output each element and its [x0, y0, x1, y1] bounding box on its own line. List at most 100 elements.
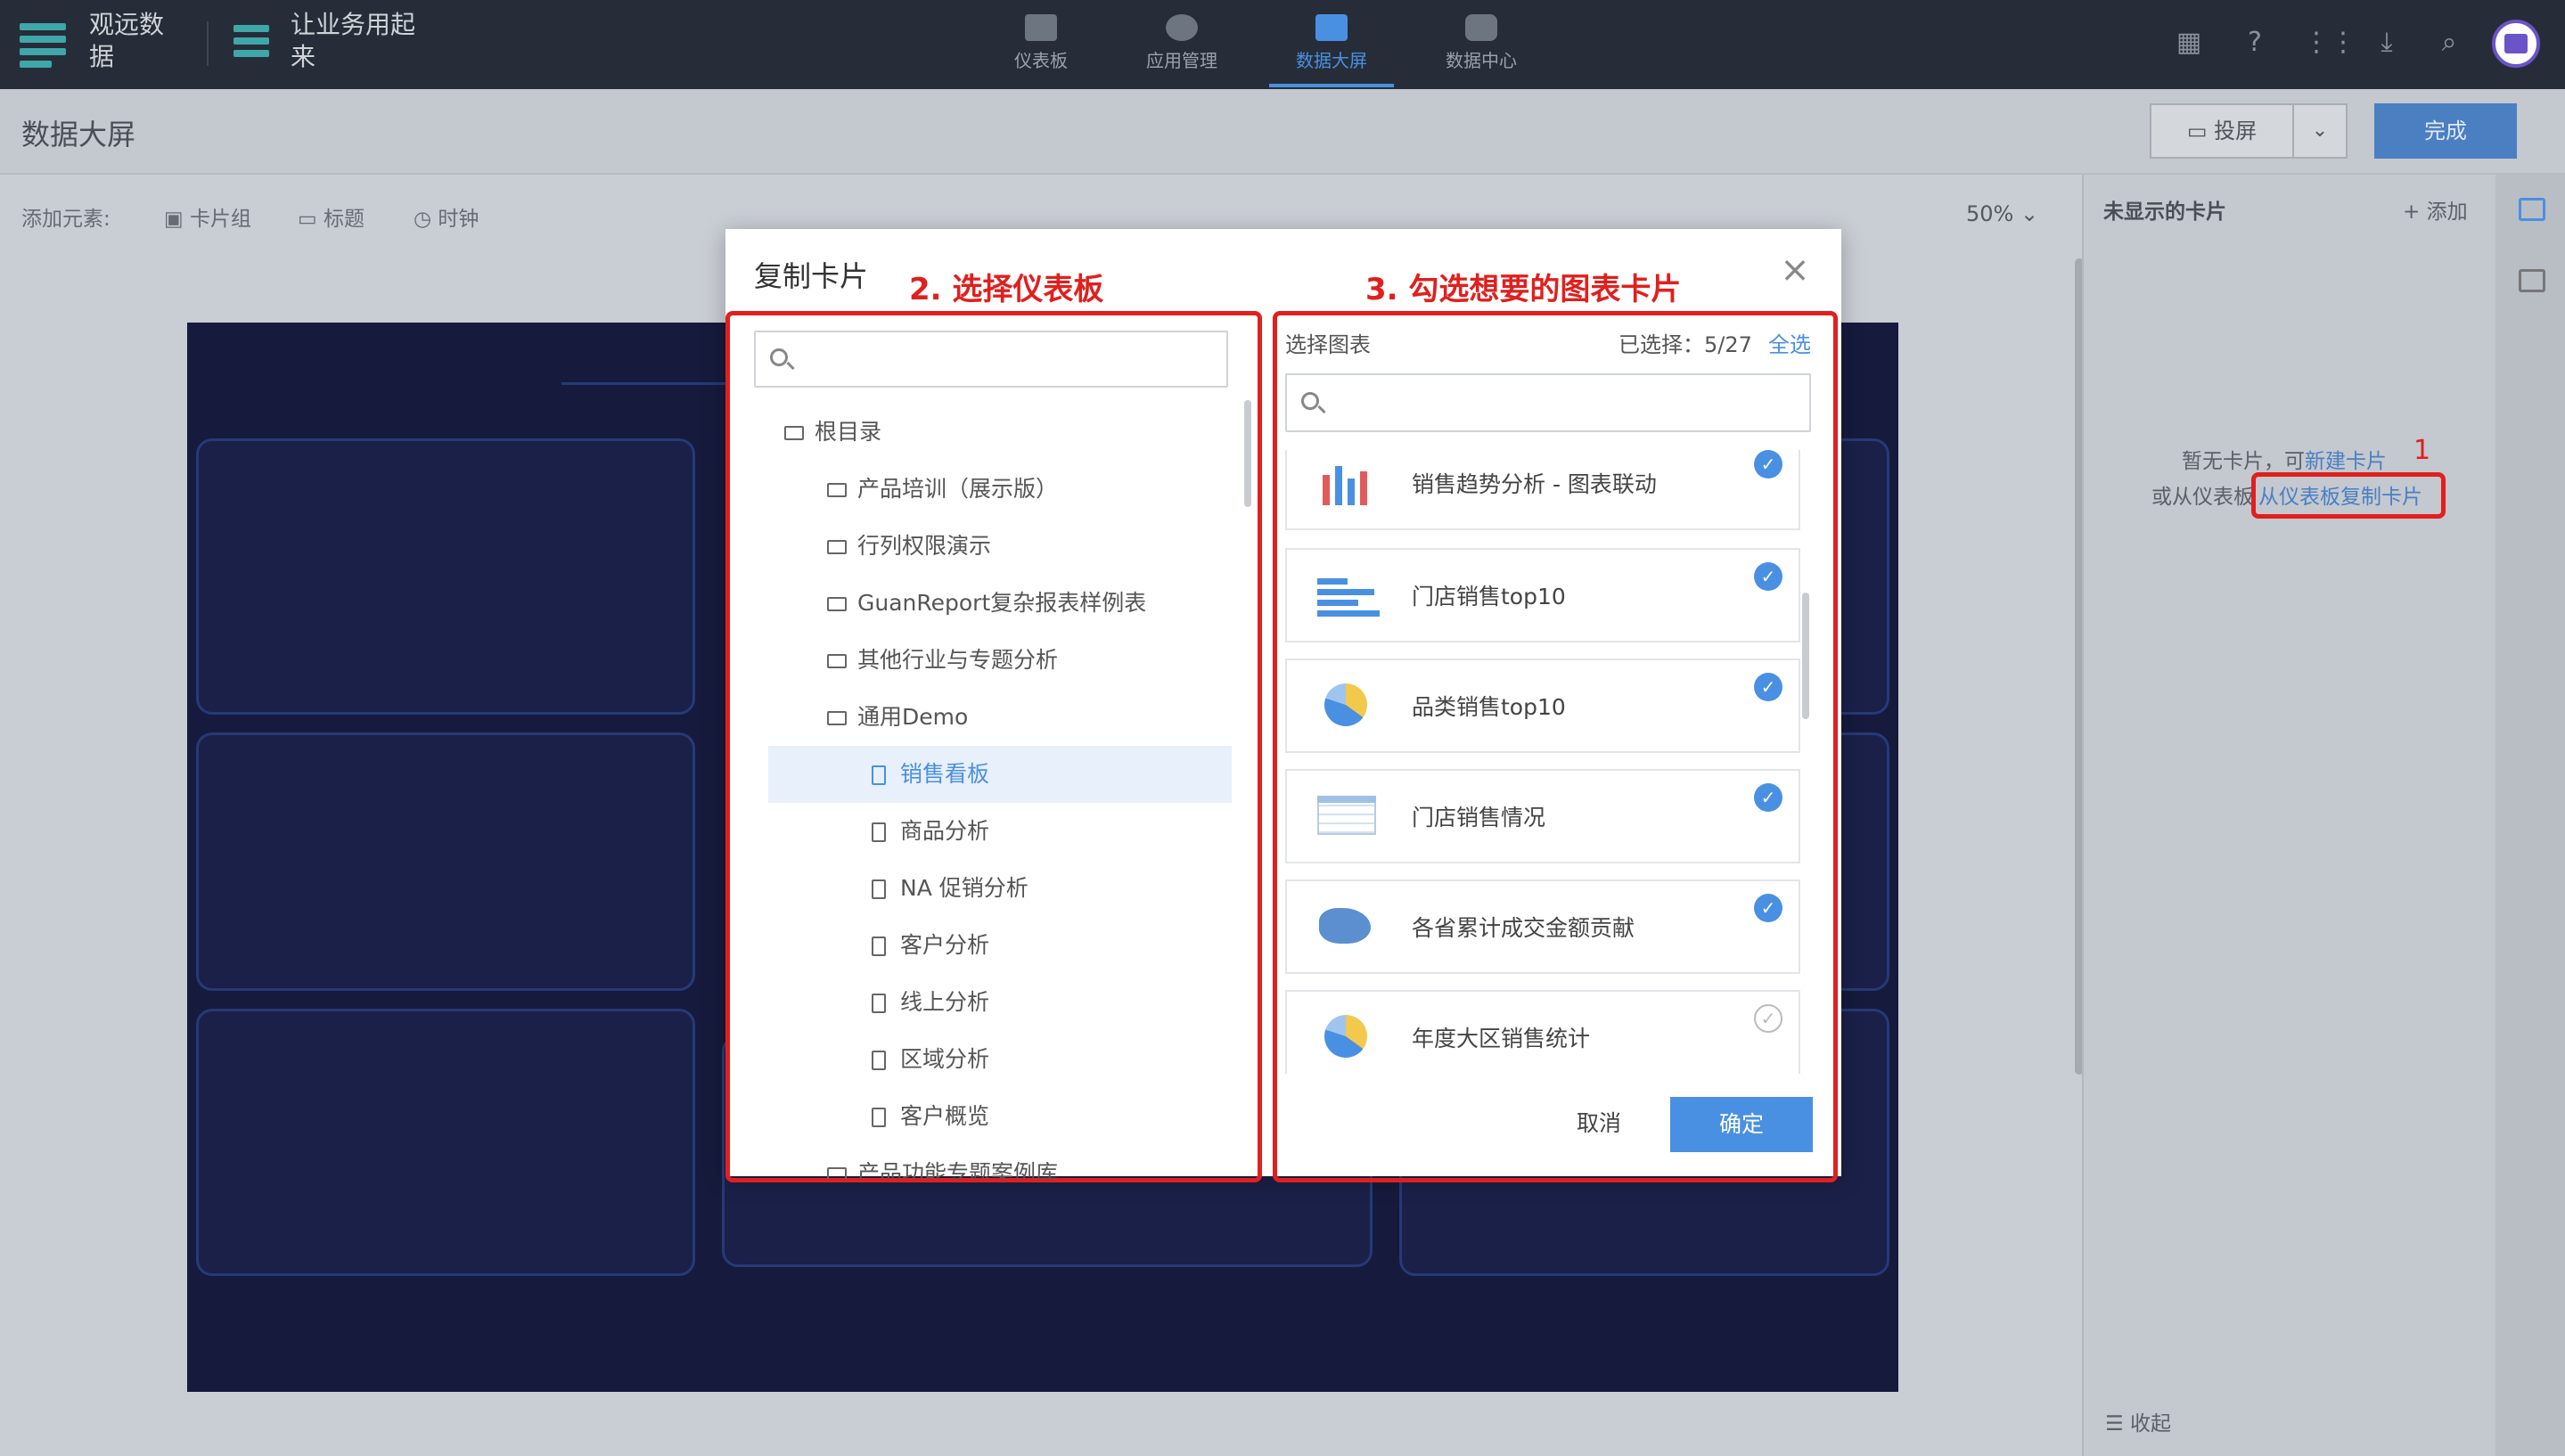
tree-folder[interactable]: 行列权限演示: [768, 518, 1232, 575]
pie-chart-icon: [1314, 680, 1371, 730]
nav-dashboard[interactable]: 仪表板: [979, 7, 1103, 87]
search-icon[interactable]: ⌕: [2431, 25, 2467, 61]
document-icon: [872, 994, 886, 1013]
annotation-number: 1: [2413, 435, 2431, 466]
help-icon[interactable]: ?: [2237, 25, 2273, 61]
cast-button[interactable]: ▭ 投屏: [2150, 103, 2294, 159]
document-icon: [872, 1108, 886, 1127]
collapse-icon: ☰: [2105, 1412, 2130, 1436]
presentation-icon[interactable]: ▦: [2171, 25, 2207, 61]
download-icon[interactable]: ⤓: [2369, 25, 2405, 61]
folder-open-icon: [827, 711, 847, 725]
chart-card[interactable]: 销售趋势分析 - 图表联动 ✓: [1285, 450, 1800, 530]
checkbox-unchecked-icon[interactable]: ✓: [1754, 1004, 1782, 1033]
chart-card[interactable]: 各省累计成交金额贡献 ✓: [1285, 879, 1800, 974]
folder-icon: [827, 654, 847, 668]
table-icon: [1314, 790, 1376, 840]
add-card-group[interactable]: ▣ 卡片组: [164, 201, 251, 232]
dashboard-tree: 根目录 产品培训（展示版） 行列权限演示 GuanReport复杂报表样例表 其…: [761, 404, 1232, 1179]
tree-dashboard[interactable]: NA 促销分析: [768, 860, 1232, 917]
select-chart-label: 选择图表: [1285, 332, 1371, 357]
cancel-button[interactable]: 取消: [1545, 1097, 1652, 1150]
chevron-down-icon: ⌄: [2013, 201, 2039, 226]
card-list-scrollbar[interactable]: [1802, 593, 1809, 719]
tree-dashboard[interactable]: 线上分析: [768, 974, 1232, 1031]
document-icon: [872, 879, 886, 899]
chart-card[interactable]: 年度大区销售统计 ✓: [1285, 990, 1800, 1074]
tree-folder[interactable]: 根目录: [768, 404, 1232, 461]
checkbox-checked-icon[interactable]: ✓: [1754, 673, 1782, 701]
page-title: 数据大屏: [21, 118, 136, 151]
canvas-panel: [196, 732, 695, 991]
title-icon: ▭: [298, 208, 324, 231]
chart-card[interactable]: 门店销售top10 ✓: [1285, 548, 1800, 642]
tree-folder[interactable]: 产品功能专题案例库: [768, 1145, 1232, 1179]
zoom-select[interactable]: 50% ⌄: [1966, 201, 2038, 226]
add-title[interactable]: ▭ 标题: [298, 201, 365, 232]
folder-icon: [827, 597, 847, 611]
hidden-cards-panel: [2082, 175, 2495, 1456]
tree-dashboard-selected[interactable]: 销售看板: [768, 746, 1232, 803]
document-icon: [872, 1051, 886, 1070]
checkbox-checked-icon[interactable]: ✓: [1754, 894, 1782, 922]
database-icon: [1465, 14, 1497, 41]
nav-data-center[interactable]: 数据中心: [1419, 7, 1544, 87]
menu-icon[interactable]: [20, 23, 66, 68]
line-bar-chart-icon: [1314, 457, 1371, 507]
document-icon: [872, 937, 886, 956]
copy-from-dashboard-link[interactable]: 从仪表板复制卡片: [2258, 479, 2422, 510]
step2-annotation: 2. 选择仪表板: [909, 272, 1104, 307]
nav-big-screen[interactable]: 数据大屏: [1269, 7, 1394, 87]
add-clock[interactable]: ◷ 时钟: [414, 201, 479, 232]
canvas-panel: [196, 1009, 695, 1276]
collapse-button[interactable]: ☰ 收起: [2105, 1406, 2171, 1436]
tree-dashboard[interactable]: 客户概览: [768, 1088, 1232, 1145]
add-card-button[interactable]: + 添加: [2403, 194, 2468, 225]
chart-card[interactable]: 品类销售top10 ✓: [1285, 658, 1800, 753]
select-all-link[interactable]: 全选: [1768, 327, 1811, 358]
folder-icon: [827, 540, 847, 554]
tree-dashboard[interactable]: 商品分析: [768, 803, 1232, 860]
checkbox-checked-icon[interactable]: ✓: [1754, 450, 1782, 479]
tree-folder[interactable]: 其他行业与专题分析: [768, 632, 1232, 689]
grid-icon[interactable]: ⋮⋮: [2303, 25, 2356, 61]
confirm-button[interactable]: 确定: [1670, 1097, 1813, 1152]
nav-app-management[interactable]: 应用管理: [1119, 7, 1244, 87]
map-icon: [1314, 901, 1371, 951]
right-icon-strip: [2495, 175, 2565, 1456]
tree-scrollbar[interactable]: [1244, 400, 1251, 507]
search-icon: [770, 348, 788, 366]
chart-search-input[interactable]: [1285, 373, 1811, 432]
close-icon[interactable]: ×: [1775, 250, 1815, 290]
checkbox-checked-icon[interactable]: ✓: [1754, 783, 1782, 812]
horizontal-bar-chart-icon: [1314, 569, 1380, 619]
tree-folder[interactable]: 产品培训（展示版）: [768, 461, 1232, 518]
done-button[interactable]: 完成: [2374, 103, 2517, 159]
big-screen-icon: [1315, 14, 1348, 41]
chevron-down-icon: ⌄: [2311, 119, 2329, 142]
tree-folder[interactable]: 通用Demo: [768, 689, 1232, 746]
chart-card[interactable]: 门店销售情况 ✓: [1285, 769, 1800, 863]
plus-icon: +: [2403, 200, 2427, 224]
empty-hint-line1: 暂无卡片，可新建卡片: [2182, 450, 2387, 473]
selected-count: 已选择：5/27: [1618, 332, 1752, 357]
avatar[interactable]: [2492, 20, 2540, 68]
folder-icon: [827, 1167, 847, 1179]
cast-icon: ▭: [2186, 119, 2215, 143]
document-icon: [872, 822, 886, 842]
step3-annotation: 3. 勾选想要的图表卡片: [1365, 272, 1682, 307]
brand-name: 观远数据: [89, 10, 165, 71]
card-panel-icon[interactable]: [2519, 269, 2545, 292]
checkbox-checked-icon[interactable]: ✓: [1754, 562, 1782, 591]
tree-dashboard[interactable]: 区域分析: [768, 1031, 1232, 1088]
tree-dashboard[interactable]: 客户分析: [768, 917, 1232, 974]
new-card-link[interactable]: 新建卡片: [2305, 450, 2387, 473]
canvas-panel: [196, 438, 695, 715]
folder-open-icon: [784, 426, 804, 440]
chart-panel-icon[interactable]: [2519, 198, 2545, 221]
cast-dropdown-button[interactable]: ⌄: [2292, 103, 2348, 159]
hidden-cards-title: 未显示的卡片: [2103, 200, 2226, 224]
dashboard-search-input[interactable]: [754, 331, 1228, 388]
search-icon: [1301, 392, 1319, 410]
tree-folder[interactable]: GuanReport复杂报表样例表: [768, 575, 1232, 632]
